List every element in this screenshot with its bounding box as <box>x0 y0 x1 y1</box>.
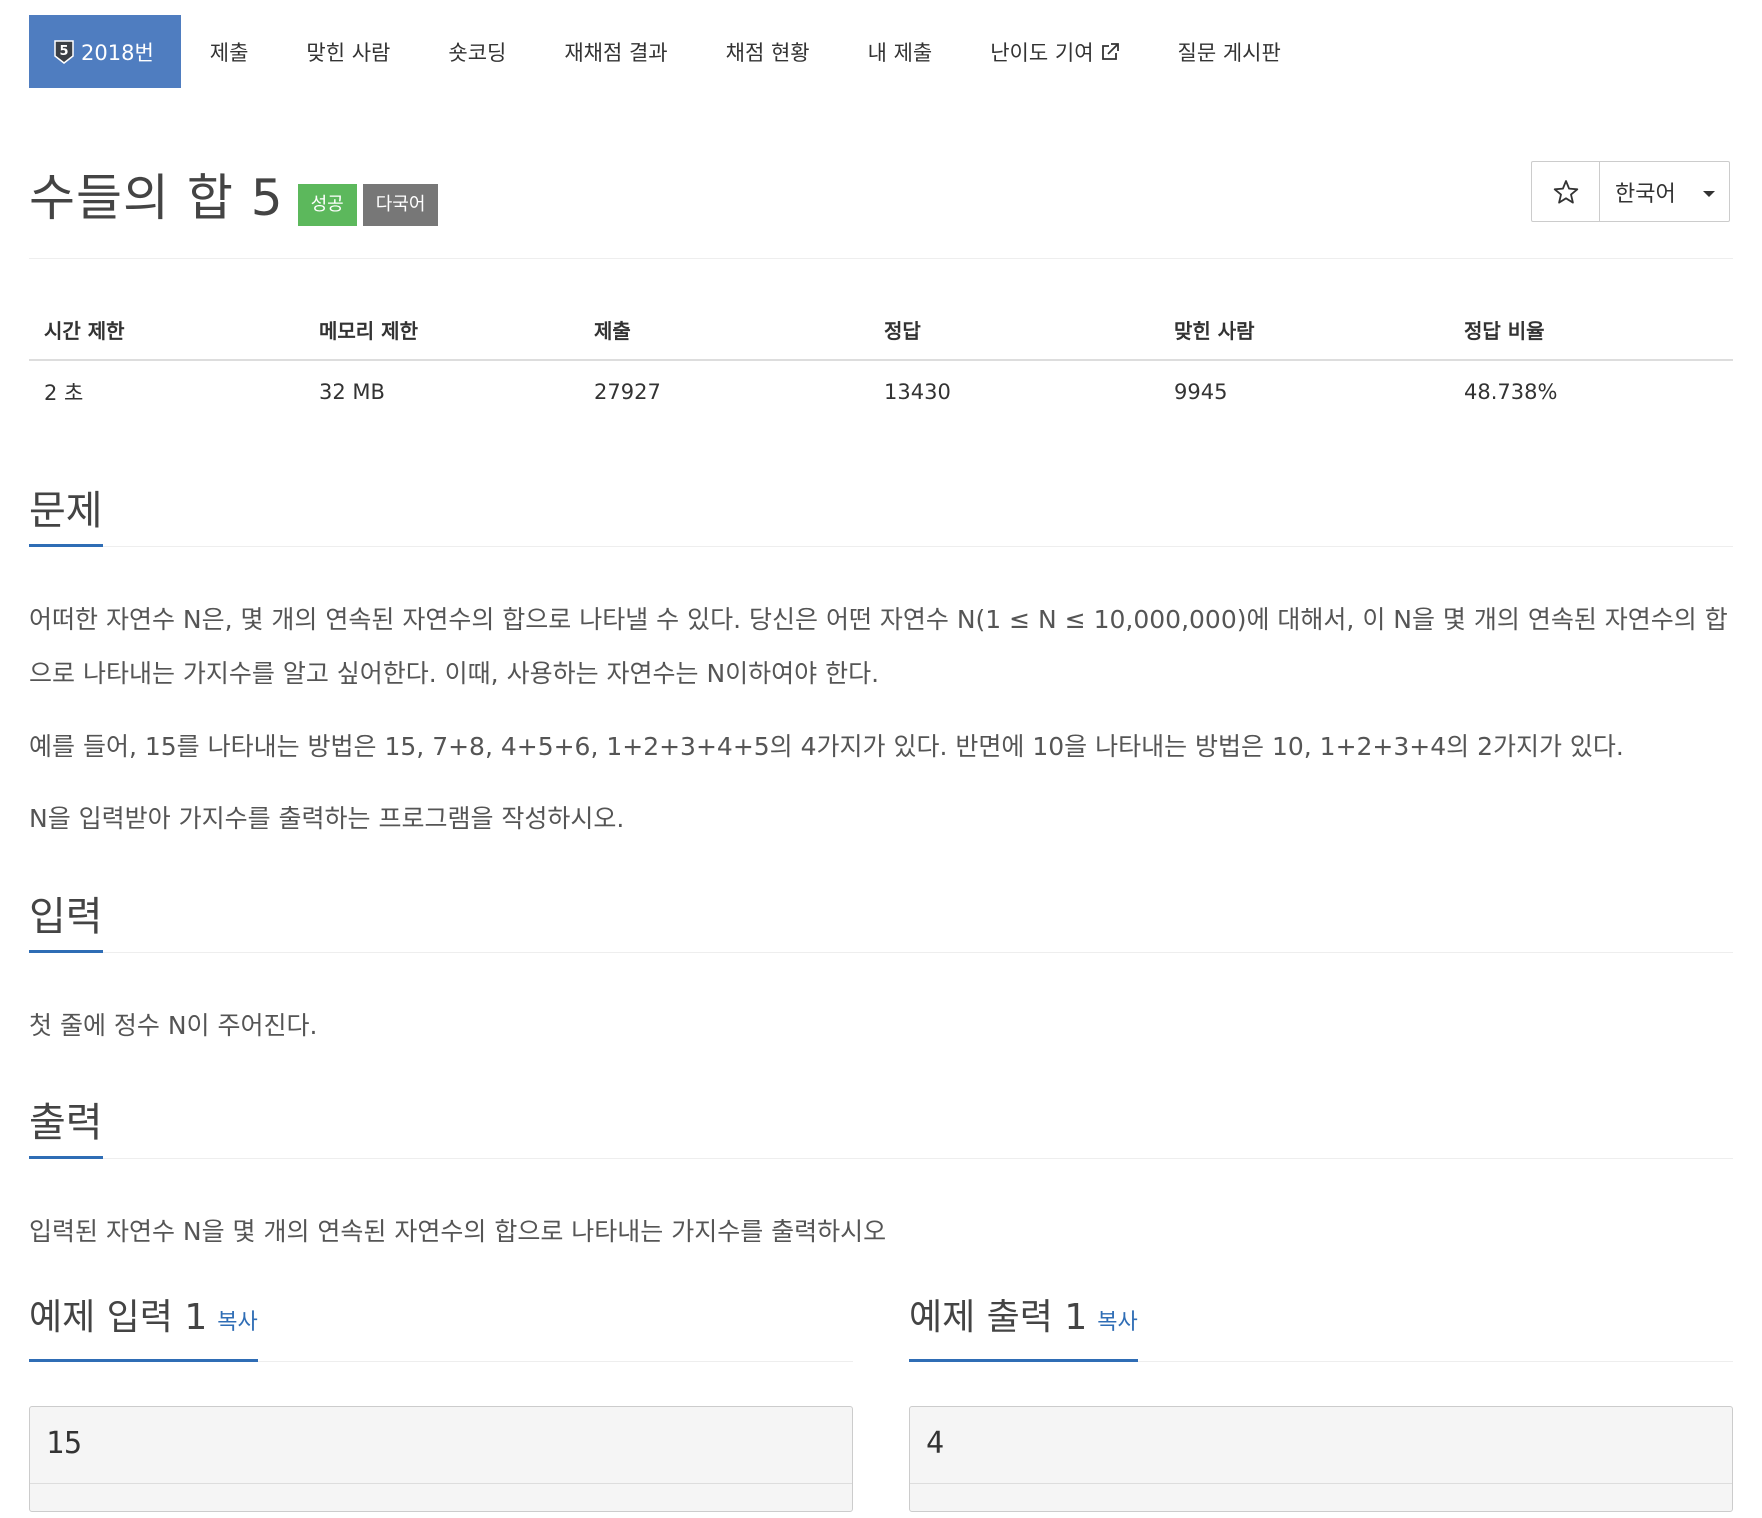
star-icon <box>1553 179 1578 203</box>
output-description: 입력된 자연수 N을 몇 개의 연속된 자연수의 합으로 나타내는 가지수를 출… <box>29 1217 887 1246</box>
tab-difficulty-contribution[interactable]: 난이도 기여 <box>961 15 1148 88</box>
column-header: 시간 제한 <box>29 300 304 361</box>
memory-limit-value: 32 MB <box>319 380 385 404</box>
section-title: 출력 <box>29 1099 103 1159</box>
column-header: 제출 <box>579 300 869 361</box>
sample-input-title: 예제 입력 1 <box>29 1297 208 1338</box>
sample-output-title-wrap: 예제 출력 1 복사 <box>909 1296 1138 1362</box>
tab-rejudge-results-label: 재채점 결과 <box>564 40 668 65</box>
problem-tabs: 5 2018번 제출 맞힌 사람 숏코딩 재채점 결과 채점 현황 내 제출 난… <box>29 15 1310 88</box>
column-header: 정답 <box>869 300 1159 361</box>
submissions-value: 27927 <box>594 380 661 404</box>
tab-status[interactable]: 채점 현황 <box>697 15 839 88</box>
tab-solved-users-label: 맞힌 사람 <box>306 40 391 65</box>
section-title: 문제 <box>29 487 103 547</box>
output-section-header: 출력 <box>29 1098 1733 1159</box>
problem-description-paragraph: 어떠한 자연수 N은, 몇 개의 연속된 자연수의 합으로 나타낼 수 있다. … <box>29 605 1728 688</box>
tab-submit[interactable]: 제출 <box>181 15 278 88</box>
sample-input-title-wrap: 예제 입력 1 복사 <box>29 1296 258 1362</box>
tab-status-label: 채점 현황 <box>725 40 810 65</box>
caret-down-icon <box>1703 190 1715 197</box>
sample-input-value: 15 <box>46 1426 83 1461</box>
tab-my-submissions[interactable]: 내 제출 <box>839 15 962 88</box>
accepted-value: 13430 <box>884 380 951 404</box>
tab-rejudge-results[interactable]: 재채점 결과 <box>535 15 696 88</box>
time-limit-value: 2 초 <box>44 381 84 405</box>
favorite-button[interactable] <box>1532 162 1600 221</box>
problem-number-label: 2018번 <box>81 40 154 65</box>
copy-sample-input-button[interactable]: 복사 <box>217 1310 257 1335</box>
tab-submit-label: 제출 <box>209 40 249 65</box>
tab-short-coding-label: 숏코딩 <box>448 40 507 65</box>
tab-solved-users[interactable]: 맞힌 사람 <box>277 15 419 88</box>
tab-question-board-label: 질문 게시판 <box>1177 40 1281 65</box>
sample-output-box[interactable]: 4 <box>909 1406 1733 1512</box>
tab-my-submissions-label: 내 제출 <box>867 40 933 65</box>
language-select-value: 한국어 <box>1615 181 1676 207</box>
page-title: 수들의 합 5 <box>29 169 284 227</box>
tier-badge-icon: 5 <box>53 39 75 64</box>
problem-title-row: 수들의 합 5 성공 다국어 <box>29 158 444 230</box>
problem-example-paragraph: 예를 들어, 15를 나타내는 방법은 15, 7+8, 4+5+6, 1+2+… <box>29 732 1624 761</box>
sample-output-title: 예제 출력 1 <box>909 1297 1088 1338</box>
problem-section-header: 문제 <box>29 486 1733 547</box>
tab-short-coding[interactable]: 숏코딩 <box>419 15 535 88</box>
copy-sample-output-button[interactable]: 복사 <box>1097 1310 1137 1335</box>
status-badge-success: 성공 <box>297 184 357 226</box>
language-button-group: 한국어 <box>1531 161 1730 222</box>
table-row: 2 초 32 MB 27927 13430 9945 48.738% <box>29 360 1733 423</box>
problem-task-paragraph: N을 입력받아 가지수를 출력하는 프로그램을 작성하시오. <box>29 804 625 833</box>
input-description: 첫 줄에 정수 N이 주어진다. <box>29 1011 318 1040</box>
table-header-row: 시간 제한 메모리 제한 제출 정답 맞힌 사람 정답 비율 <box>29 300 1733 361</box>
accept-ratio-value: 48.738% <box>1464 380 1558 404</box>
solved-users-value: 9945 <box>1174 380 1228 404</box>
sample-box-divider <box>910 1483 1732 1484</box>
sample-box-divider <box>30 1483 852 1484</box>
tier-level: 5 <box>59 44 68 59</box>
sample-output-value: 4 <box>926 1426 945 1461</box>
language-select[interactable]: 한국어 <box>1600 162 1729 221</box>
sample-input-header: 예제 입력 1 복사 <box>29 1293 853 1362</box>
tab-problem-number[interactable]: 5 2018번 <box>29 15 181 88</box>
title-divider <box>29 258 1733 259</box>
external-link-icon <box>1100 42 1120 62</box>
tab-difficulty-contribution-label: 난이도 기여 <box>990 40 1094 65</box>
status-badge-multilingual: 다국어 <box>362 184 439 226</box>
sample-output-header: 예제 출력 1 복사 <box>909 1293 1733 1362</box>
input-section-header: 입력 <box>29 892 1733 953</box>
problem-info-table: 시간 제한 메모리 제한 제출 정답 맞힌 사람 정답 비율 2 초 32 MB… <box>29 300 1733 423</box>
sample-input-box[interactable]: 15 <box>29 1406 853 1512</box>
section-title: 입력 <box>29 893 103 953</box>
problem-page: 5 2018번 제출 맞힌 사람 숏코딩 재채점 결과 채점 현황 내 제출 난… <box>0 0 1762 1518</box>
column-header: 메모리 제한 <box>304 300 579 361</box>
column-header: 정답 비율 <box>1449 300 1733 361</box>
column-header: 맞힌 사람 <box>1159 300 1449 361</box>
tab-question-board[interactable]: 질문 게시판 <box>1149 15 1310 88</box>
